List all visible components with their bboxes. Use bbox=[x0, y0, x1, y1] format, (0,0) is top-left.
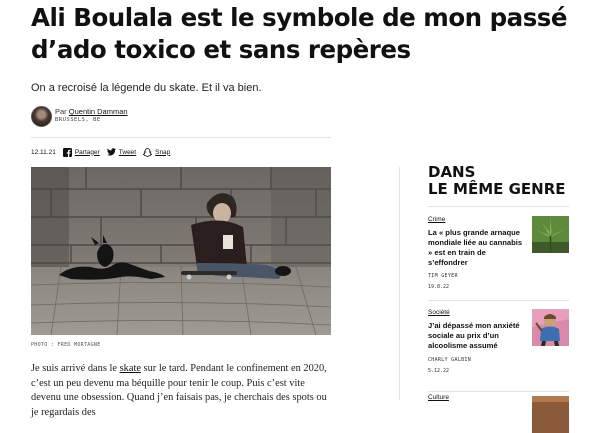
sidebar-rule bbox=[428, 300, 569, 301]
sidebar-headline[interactable]: J’ai dépassé mon anxiété sociale au prix… bbox=[428, 321, 526, 351]
sidebar-date: 19.8.22 bbox=[428, 284, 450, 290]
sidebar-thumbnail[interactable] bbox=[532, 216, 569, 253]
sidebar-title-line1: DANS bbox=[428, 163, 476, 181]
sidebar-title-line2: LE MÊME GENRE bbox=[428, 180, 566, 198]
author-location: BRUSSELS, BE bbox=[55, 117, 101, 123]
sidebar-date: 5.12.22 bbox=[428, 368, 450, 374]
sidebar-divider bbox=[399, 167, 400, 400]
sidebar-author: CHARLY GALBIN bbox=[428, 357, 472, 363]
article-standfirst: On a recroisé la légende du skate. Et il… bbox=[31, 82, 262, 94]
sidebar-rule bbox=[428, 391, 569, 392]
article-photo bbox=[31, 167, 331, 335]
divider bbox=[31, 137, 331, 138]
sidebar-thumbnail[interactable] bbox=[532, 309, 569, 346]
sidebar-article-2[interactable]: Société J’ai dépassé mon anxiété sociale… bbox=[428, 309, 569, 387]
sidebar-category-link[interactable]: Crime bbox=[428, 216, 445, 223]
twitter-share-button[interactable]: Tweet bbox=[106, 148, 137, 156]
person-illustration-image bbox=[532, 309, 569, 346]
skater-photo-illustration bbox=[31, 167, 331, 335]
photo-caption: PHOTO : FRED MORTAGNE bbox=[31, 342, 101, 348]
publish-date: 12.11.21 bbox=[31, 148, 56, 156]
author-link[interactable]: Quentin Damman bbox=[69, 107, 128, 116]
skate-link[interactable]: skate bbox=[120, 363, 141, 374]
sidebar-title: DANS LE MÊME GENRE bbox=[428, 164, 566, 198]
byline-prefix: Par bbox=[55, 107, 67, 116]
article-body: Je suis arrivé dans le skate sur le tard… bbox=[31, 362, 333, 420]
sidebar-article-3[interactable]: Culture bbox=[428, 394, 569, 433]
twitter-share-label: Tweet bbox=[118, 148, 137, 156]
cannabis-plant-image bbox=[532, 216, 569, 253]
twitter-icon bbox=[106, 148, 116, 156]
share-bar: 12.11.21 Partager Tweet Snap bbox=[31, 146, 177, 158]
facebook-share-button[interactable]: Partager bbox=[62, 147, 100, 157]
sidebar-article-1[interactable]: Crime La « plus grande arnaque mondiale … bbox=[428, 216, 569, 294]
culture-article-image bbox=[532, 396, 569, 433]
byline-text: Par Quentin Damman bbox=[55, 107, 128, 116]
article-headline: Ali Boulala est le symbole de mon passé … bbox=[31, 3, 567, 64]
sidebar-thumbnail[interactable] bbox=[532, 396, 569, 433]
sidebar-rule bbox=[428, 206, 569, 207]
body-text-start: Je suis arrivé dans le bbox=[31, 363, 120, 374]
facebook-icon bbox=[62, 147, 72, 157]
snapchat-icon bbox=[143, 147, 153, 157]
author-avatar[interactable] bbox=[31, 106, 52, 127]
sidebar-headline[interactable]: La « plus grande arnaque mondiale liée a… bbox=[428, 228, 526, 268]
sidebar-category-link[interactable]: Société bbox=[428, 309, 450, 316]
facebook-share-label: Partager bbox=[74, 148, 100, 156]
snapchat-share-label: Snap bbox=[155, 148, 171, 156]
sidebar-author: TIM GEYER bbox=[428, 273, 458, 279]
snapchat-share-button[interactable]: Snap bbox=[143, 147, 171, 157]
